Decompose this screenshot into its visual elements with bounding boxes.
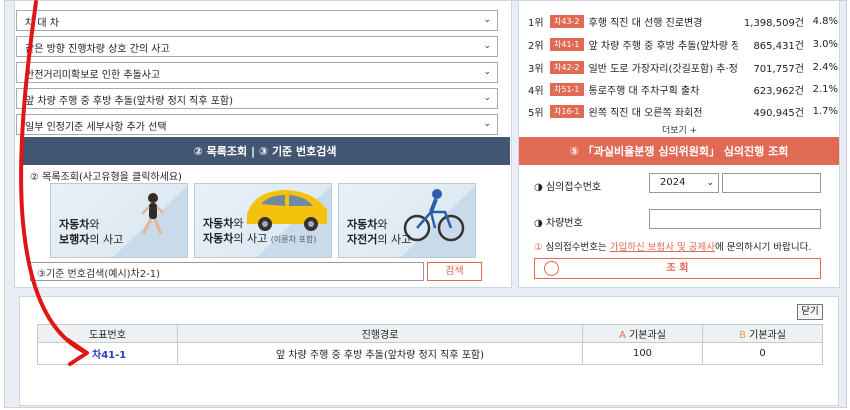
code-badge: 차42-2 <box>550 60 584 74</box>
select-value: 차 대 차 <box>25 18 59 29</box>
year-select[interactable]: 2024 ⌄ <box>649 173 719 193</box>
select-value: 앞 차량 주행 중 후방 추돌(앞차량 정지 직후 포함) <box>25 96 234 107</box>
additional-criteria-select[interactable]: 일부 인정기준 세부사항 추가 선택 ⌄ <box>16 114 498 135</box>
col-path: 진행경로 <box>177 324 583 343</box>
percent: 3.0% <box>812 38 838 50</box>
percent: 4.8% <box>812 15 838 27</box>
cell-a-fault: 100 <box>582 342 703 365</box>
ranking-row[interactable]: 1위 차43-2 후행 직진 대 선행 진로변경 1,398,509건 4.8% <box>528 10 838 32</box>
rank: 4위 <box>528 85 544 97</box>
card-label: 자동차와 보행자의 사고 <box>59 218 124 246</box>
count: 623,962건 <box>753 85 804 97</box>
accident-name: 통로주행 대 주차구획 출차 <box>588 85 700 97</box>
code-badge: 차51-1 <box>550 82 584 96</box>
rank: 1위 <box>528 17 544 29</box>
rank: 2위 <box>528 40 544 52</box>
inquiry-button[interactable]: 조 회 <box>534 258 821 279</box>
card-car-bicycle[interactable]: 자동차와 자전거의 사고 <box>338 183 476 258</box>
accident-detail-select[interactable]: 앞 차량 주행 중 후방 추돌(앞차량 정지 직후 포함) ⌄ <box>16 88 498 109</box>
warning-icon: ① <box>534 242 543 253</box>
card-car-car[interactable]: 자동차와 자동차의 사고 (이륜차 포함) <box>194 183 332 258</box>
year-value: 2024 <box>660 177 686 188</box>
vehicle-number-label: ◑ 차량번호 <box>534 218 583 229</box>
list-view-instruction: ② 목록조회(사고유형을 클릭하세요) <box>30 172 182 183</box>
accident-name: 왼쪽 직진 대 오른쪽 좌회전 <box>588 107 703 119</box>
ranking-row[interactable]: 3위 차42-2 일반 도로 가장자리(갓길포함) 추·정차 701,757건 … <box>528 56 838 78</box>
close-button[interactable]: 닫기 <box>797 304 823 320</box>
rank: 5위 <box>528 107 544 119</box>
count: 701,757건 <box>753 63 804 75</box>
receipt-number-label: ◑ 심의접수번호 <box>534 182 602 193</box>
percent: 2.4% <box>812 61 838 73</box>
code-search-button[interactable]: 검색 <box>427 262 482 281</box>
chevron-down-icon: ⌄ <box>483 67 491 77</box>
accident-category-select[interactable]: 차 대 차 ⌄ <box>16 10 498 31</box>
accident-situation-select[interactable]: 같은 방향 진행차량 상호 간의 사고 ⌄ <box>16 36 498 57</box>
insurer-link[interactable]: 가입하신 보험사 및 공제사 <box>610 242 715 253</box>
chevron-down-icon: ⌄ <box>483 119 491 129</box>
ranking-row[interactable]: 2위 차41-1 앞 차량 주행 중 후방 추돌(앞차량 정지 865,431건… <box>528 33 838 55</box>
cell-b-fault: 0 <box>702 342 823 365</box>
code-search-input[interactable]: ③기준 번호검색(예시)차2-1) <box>30 262 424 281</box>
code-badge: 차41-1 <box>550 37 584 51</box>
chevron-down-icon: ⌄ <box>706 178 714 188</box>
table-header-row: 도표번호 진행경로 A 기본과실 B 기본과실 <box>37 324 823 343</box>
count: 1,398,509건 <box>743 17 804 29</box>
receipt-number-input[interactable] <box>722 173 821 193</box>
percent: 1.7% <box>812 105 838 117</box>
count: 865,431건 <box>753 40 804 52</box>
rank: 3위 <box>528 63 544 75</box>
cell-code[interactable]: 차41-1 <box>37 342 178 365</box>
code-badge: 차43-2 <box>550 14 584 28</box>
code-badge: 차16-1 <box>550 104 584 118</box>
result-table: 도표번호 진행경로 A 기본과실 B 기본과실 차41-1 앞 차량 주행 중 … <box>37 324 823 365</box>
committee-header: ⑤ 「과실비율분쟁 심의위원회」 심의진행 조회 <box>519 137 839 165</box>
more-link[interactable]: 더보기 + <box>662 123 697 136</box>
col-code: 도표번호 <box>37 324 178 343</box>
card-car-pedestrian[interactable]: 자동차와 보행자의 사고 <box>50 183 188 258</box>
ranking-row[interactable]: 5위 차16-1 왼쪽 직진 대 오른쪽 좌회전 490,945건 1.7% <box>528 100 838 122</box>
accident-cause-select[interactable]: 안전거리미확보로 인한 추돌사고 ⌄ <box>16 62 498 83</box>
search-icon <box>544 261 559 276</box>
chevron-down-icon: ⌄ <box>483 41 491 51</box>
vehicle-number-input[interactable] <box>649 209 821 229</box>
notice-text: ① 심의접수번호는 가입하신 보험사 및 공제사에 문의하시기 바랍니다. <box>534 242 812 253</box>
cell-path: 앞 차량 주행 중 후방 추돌(앞차량 정지 직후 포함) <box>177 342 583 365</box>
select-value: 같은 방향 진행차량 상호 간의 사고 <box>25 44 170 55</box>
count: 490,945건 <box>753 107 804 119</box>
chevron-down-icon: ⌄ <box>483 93 491 103</box>
percent: 2.1% <box>812 83 838 95</box>
chevron-down-icon: ⌄ <box>483 15 491 25</box>
accident-name: 일반 도로 가장자리(갓길포함) 추·정차 <box>588 63 738 75</box>
accident-name: 앞 차량 주행 중 후방 추돌(앞차량 정지 <box>588 40 738 52</box>
col-a-fault: A 기본과실 <box>582 324 703 343</box>
card-label: 자동차와 자동차의 사고 (이륜차 포함) <box>203 217 317 245</box>
ranking-row[interactable]: 4위 차51-1 통로주행 대 주차구획 출차 623,962건 2.1% <box>528 78 838 100</box>
select-value: 일부 인정기준 세부사항 추가 선택 <box>25 122 167 133</box>
card-label: 자동차와 자전거의 사고 <box>347 218 412 246</box>
list-search-header: ② 목록조회 | ③ 기준 번호검색 <box>20 137 510 165</box>
table-row[interactable]: 차41-1 앞 차량 주행 중 후방 추돌(앞차량 정지 직후 포함) 100 … <box>37 342 823 365</box>
accident-name: 후행 직진 대 선행 진로변경 <box>588 17 703 29</box>
select-value: 안전거리미확보로 인한 추돌사고 <box>25 70 161 81</box>
col-b-fault: B 기본과실 <box>702 324 823 343</box>
